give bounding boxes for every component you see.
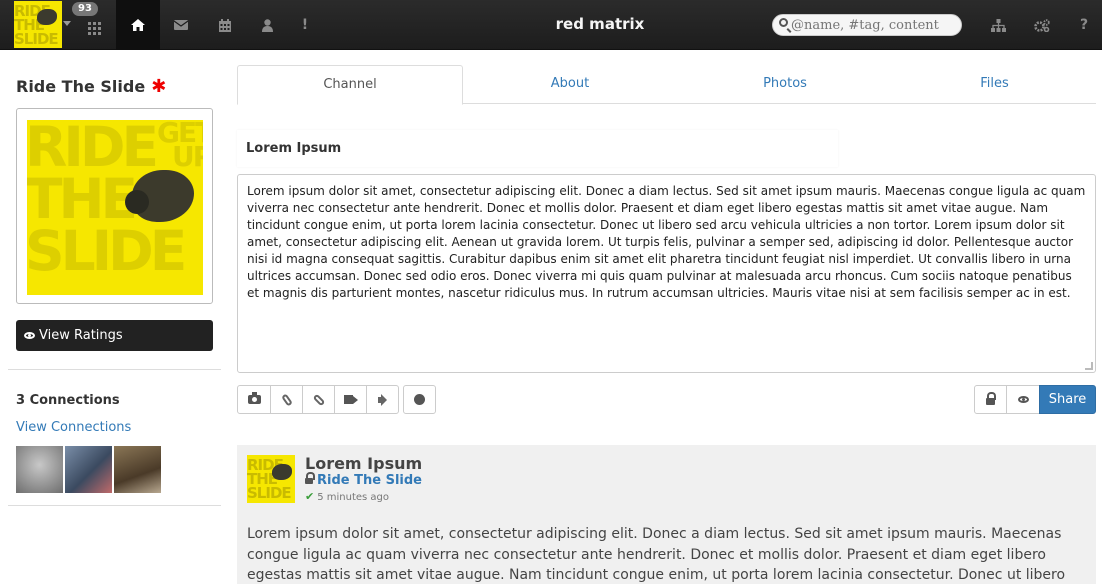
insert-audio-button[interactable] xyxy=(366,385,399,414)
check-icon: ✔ xyxy=(305,490,315,503)
photo-word-5: UP xyxy=(172,140,203,173)
apps-grid-button[interactable] xyxy=(72,0,116,50)
photo-word-2: THE xyxy=(27,167,138,231)
search-box[interactable] xyxy=(772,14,962,36)
alerts-button[interactable]: ! xyxy=(283,0,327,50)
asterisk-icon: ✱ xyxy=(151,76,167,97)
channel-logo[interactable]: RIDE THE SLIDE xyxy=(14,1,62,48)
camera-icon xyxy=(247,392,261,404)
cogs-icon xyxy=(1034,18,1050,32)
logo-figure xyxy=(37,9,57,25)
post-body-text: Lorem ipsum dolor sit amet, consectetur … xyxy=(247,184,1086,300)
attach-file-button[interactable] xyxy=(270,385,303,414)
profile-name-text: Ride The Slide xyxy=(16,77,146,96)
permissions-button[interactable] xyxy=(974,385,1007,414)
post-title: Lorem Ipsum xyxy=(305,454,423,473)
apps-grid-icon xyxy=(87,21,101,35)
globe-icon xyxy=(414,394,425,405)
divider xyxy=(8,505,221,506)
channel-tabs: Channel About Photos Files xyxy=(237,65,1096,105)
site-title[interactable]: red matrix xyxy=(520,0,680,50)
calendar-icon xyxy=(219,18,231,32)
photo-word-3: SLIDE xyxy=(27,219,187,283)
sitemap-icon xyxy=(990,18,1006,32)
profile-name: Ride The Slide ✱ xyxy=(16,76,166,97)
home-button[interactable] xyxy=(116,0,160,50)
exclamation-icon: ! xyxy=(301,17,309,33)
connection-avatar[interactable] xyxy=(16,446,63,493)
post-author-name: Ride The Slide xyxy=(317,473,422,488)
link-icon xyxy=(312,393,325,406)
profile-photo-frame: RIDE THE SLIDE GET UP xyxy=(16,108,213,304)
avatar-word-3: SLIDE xyxy=(247,484,292,502)
paperclip-icon xyxy=(280,392,293,407)
connection-avatar[interactable] xyxy=(114,446,161,493)
search-input[interactable] xyxy=(791,17,956,33)
lock-icon xyxy=(305,472,315,484)
view-ratings-button[interactable]: View Ratings xyxy=(16,320,213,351)
tab-files[interactable]: Files xyxy=(893,65,1096,104)
tab-channel[interactable]: Channel xyxy=(237,65,463,105)
upload-photo-button[interactable] xyxy=(237,385,271,414)
post-timestamp: ✔ 5 minutes ago xyxy=(305,490,389,503)
set-location-button[interactable] xyxy=(403,385,436,414)
logo-word-3: SLIDE xyxy=(14,30,59,48)
connections-title: 3 Connections xyxy=(16,393,120,408)
view-connections-link[interactable]: View Connections xyxy=(16,420,131,435)
top-navbar: RIDE THE SLIDE 93 ! red matrix ? xyxy=(0,0,1102,50)
insert-link-button[interactable] xyxy=(302,385,335,414)
help-button[interactable]: ? xyxy=(1062,0,1102,50)
search-icon xyxy=(779,18,788,27)
envelope-icon xyxy=(174,20,188,30)
connection-avatar[interactable] xyxy=(65,446,112,493)
chevron-down-icon[interactable] xyxy=(63,21,71,26)
resize-handle[interactable] xyxy=(1085,362,1093,370)
photo-word-1: RIDE xyxy=(27,120,159,179)
user-icon xyxy=(261,18,273,32)
post-time-text: 5 minutes ago xyxy=(317,492,390,503)
post-title-input[interactable]: Lorem Ipsum xyxy=(237,130,838,167)
mail-button[interactable] xyxy=(159,0,203,50)
post-body-textarea[interactable]: Lorem ipsum dolor sit amet, consectetur … xyxy=(237,174,1096,373)
preview-button[interactable] xyxy=(1006,385,1040,414)
video-icon xyxy=(344,395,353,404)
profile-photo[interactable]: RIDE THE SLIDE GET UP xyxy=(27,120,203,295)
eye-icon xyxy=(1017,396,1029,403)
divider xyxy=(8,369,221,370)
tab-photos[interactable]: Photos xyxy=(677,65,893,104)
post-body: Lorem ipsum dolor sit amet, consectetur … xyxy=(247,526,1066,583)
insert-video-button[interactable] xyxy=(334,385,367,414)
settings-button[interactable] xyxy=(1020,0,1064,50)
directory-button[interactable] xyxy=(976,0,1020,50)
view-ratings-label: View Ratings xyxy=(39,328,123,343)
photo-figure-head xyxy=(125,190,149,214)
volume-icon xyxy=(377,396,383,403)
help-icon: ? xyxy=(1079,17,1089,33)
avatar-figure xyxy=(272,464,292,480)
post-card: RIDE THE SLIDE Lorem Ipsum Ride The Slid… xyxy=(237,445,1096,584)
tab-about[interactable]: About xyxy=(463,65,677,104)
calendar-button[interactable] xyxy=(203,0,247,50)
home-icon xyxy=(131,19,145,31)
share-button[interactable]: Share xyxy=(1039,385,1096,414)
author-avatar[interactable]: RIDE THE SLIDE xyxy=(247,455,295,503)
post-author[interactable]: Ride The Slide xyxy=(305,472,422,488)
eye-icon xyxy=(24,332,35,339)
lock-icon xyxy=(986,392,996,405)
